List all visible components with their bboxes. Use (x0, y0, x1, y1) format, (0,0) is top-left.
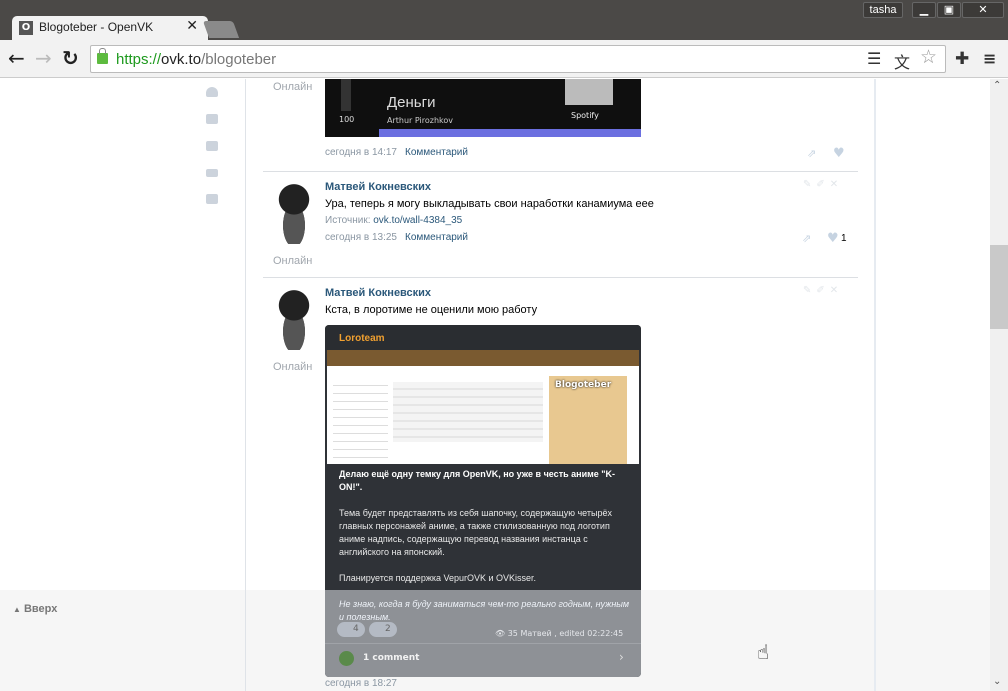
profile-button[interactable]: tasha (863, 2, 903, 18)
camera-icon[interactable] (206, 114, 218, 124)
comment-link[interactable]: Комментарий (405, 147, 468, 158)
post-text: Ура, теперь я могу выкладывать свои нара… (325, 198, 654, 210)
hand-cursor-icon: ☝ (757, 640, 770, 664)
back-icon[interactable]: ← (8, 47, 25, 69)
post-author[interactable]: Матвей Кокневских (325, 181, 431, 193)
scroll-up-arrow-icon[interactable]: ⌃ (993, 80, 1001, 91)
post-actions[interactable]: ✎✐✕ (803, 179, 843, 190)
embed-paragraph: Тема будет представлять из себя шапочку,… (339, 508, 612, 557)
divider (874, 79, 876, 691)
avatar[interactable] (272, 288, 316, 350)
user-icon[interactable] (206, 87, 218, 97)
spotify-logo: Spotify (571, 111, 599, 120)
comment-link[interactable]: Комментарий (405, 232, 468, 243)
chevron-right-icon[interactable]: › (619, 650, 624, 664)
embed-paragraph: Не знаю, когда я буду заниматься чем-то … (339, 599, 630, 622)
favicon-icon: O (19, 21, 33, 35)
url-text[interactable]: https://ovk.to/blogoteber (116, 51, 276, 68)
lock-icon (97, 48, 108, 64)
like-icon[interactable]: ♥ (833, 146, 845, 161)
track-artist: Arthur Pirozhkov (387, 116, 453, 125)
post-actions[interactable]: ✎✐✕ (803, 285, 843, 296)
like-count: 1 (841, 233, 847, 244)
close-window-button[interactable]: ✕ (962, 2, 1004, 18)
extensions-icon[interactable]: ✚ (955, 49, 969, 69)
scrollbar-thumb[interactable] (990, 245, 1008, 329)
group-name: Loroteam (325, 325, 641, 350)
page: Онлайн 100 Деньги Arthur Pirozhkov Spoti… (0, 79, 990, 691)
new-tab-button[interactable] (202, 21, 240, 38)
source-link[interactable]: ovk.to/wall-4384_35 (373, 215, 462, 226)
triangle-up-icon: ▲ (13, 605, 21, 614)
reader-icon[interactable]: ☰ (867, 49, 881, 68)
scrollbar[interactable] (990, 79, 1008, 691)
repost-icon[interactable]: ⇗ (802, 232, 811, 245)
online-status: Онлайн (273, 361, 313, 373)
post-time: сегодня в 14:17 (325, 147, 397, 158)
music-player-embed[interactable]: 100 Деньги Arthur Pirozhkov Spotify (325, 79, 641, 137)
tab-blogoteber[interactable]: O Blogoteber - OpenVK ✕ (12, 16, 208, 40)
close-tab-icon[interactable]: ✕ (186, 18, 198, 34)
mail-icon[interactable] (206, 141, 218, 151)
post-meta: сегодня в 14:17 Комментарий (325, 147, 468, 158)
embed-headline: Делаю ещё одну темку для OpenVK, но уже … (339, 469, 616, 492)
embed-paragraph: Планируется поддержка VepurOVK и OVKisse… (339, 573, 537, 583)
translate-icon[interactable]: 文 (894, 49, 910, 73)
star-icon[interactable]: ☆ (920, 46, 937, 68)
reload-icon[interactable]: ↻ (62, 47, 79, 69)
avatar[interactable] (272, 182, 316, 244)
like-icon[interactable]: ♥ (827, 231, 839, 246)
divider (245, 79, 246, 691)
commenter-avatar (339, 651, 354, 666)
friends-icon[interactable] (206, 169, 218, 177)
maximize-button[interactable]: ▣ (937, 2, 961, 18)
scroll-up-button[interactable]: ▲ Вверх (13, 603, 57, 615)
track-title: Деньги (387, 94, 436, 111)
separator (263, 277, 858, 278)
screenshot-image: Blogoteber (327, 350, 639, 464)
repost-image-embed[interactable]: Loroteam Blogoteber Делаю ещё одну темку… (325, 325, 641, 677)
forward-icon[interactable]: → (35, 47, 52, 69)
separator (263, 171, 858, 172)
chat-icon[interactable] (206, 194, 218, 204)
views-meta: 👁 35 Матвей , edited 02:22:45 (495, 629, 624, 638)
online-status: Онлайн (273, 81, 313, 93)
post-text: Кста, в лоротиме не оценили мою работу (325, 304, 538, 316)
reaction-button[interactable]: 4 (337, 622, 365, 637)
post-author[interactable]: Матвей Кокневских (325, 287, 431, 299)
tab-title: Blogoteber - OpenVK (39, 20, 154, 34)
comments-link[interactable]: 1 comment (363, 653, 419, 663)
source-label: Источник: (325, 215, 371, 226)
minimize-button[interactable]: ▁ (912, 2, 936, 18)
post-time: сегодня в 13:25 (325, 232, 397, 243)
menu-icon[interactable]: ≡ (983, 49, 996, 68)
online-status: Онлайн (273, 255, 313, 267)
post-time: сегодня в 18:27 (325, 678, 397, 689)
scroll-down-arrow-icon[interactable]: ⌄ (993, 676, 1001, 687)
repost-icon[interactable]: ⇗ (807, 147, 816, 160)
reaction-button[interactable]: 2 (369, 622, 397, 637)
volume-value: 100 (339, 115, 355, 124)
